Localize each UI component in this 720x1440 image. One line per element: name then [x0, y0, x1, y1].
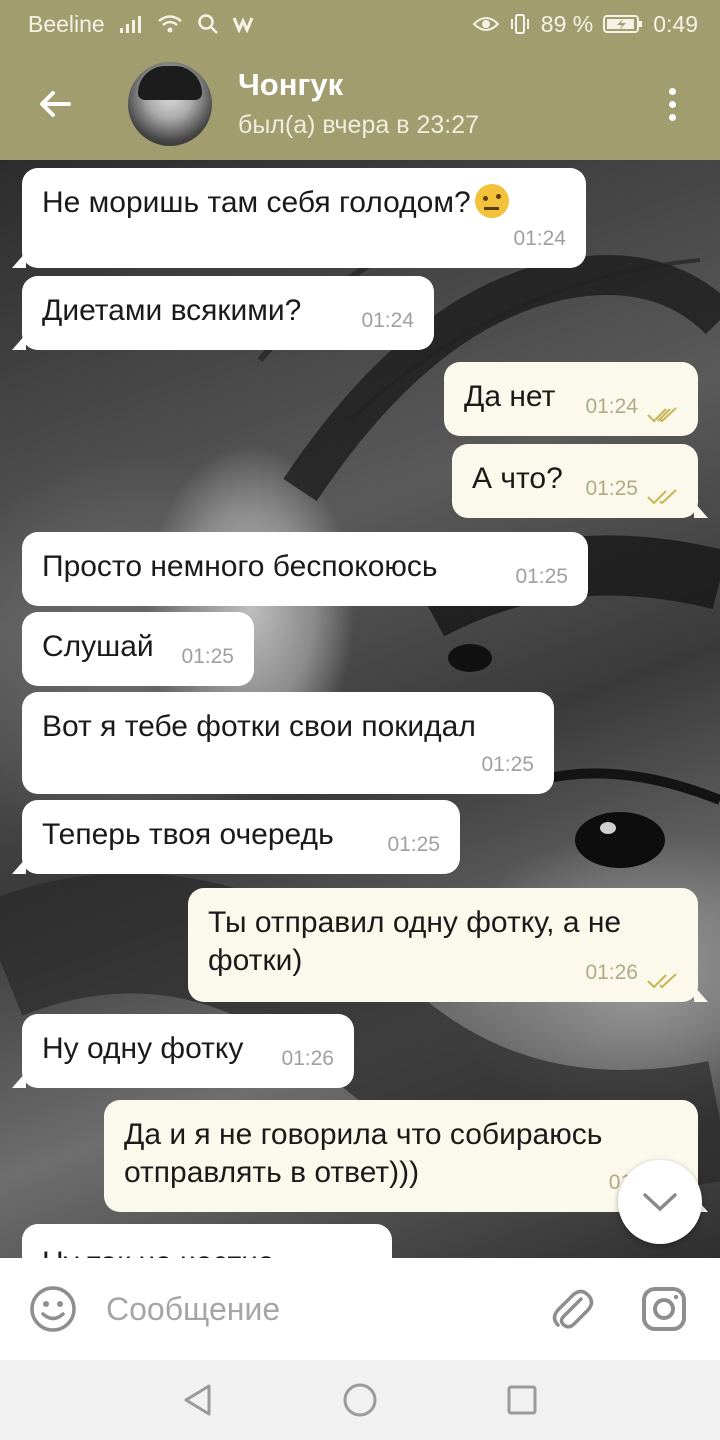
eye-icon [472, 15, 499, 33]
nav-back-button[interactable] [172, 1374, 224, 1426]
message-time: 01:26 [281, 1047, 334, 1070]
battery-percent: 89 % [540, 10, 594, 37]
square-recents-icon [507, 1385, 537, 1415]
message-text: Ну одну фотку [42, 1032, 244, 1065]
message-text: Да нет [464, 380, 556, 413]
circle-home-icon [343, 1383, 377, 1417]
clock: 0:49 [653, 10, 698, 37]
message-text: Слушай [42, 630, 154, 663]
message-time: 01:26 [585, 961, 638, 984]
chat-header: Чонгук был(а) вчера в 23:27 [0, 48, 720, 160]
camera-icon [642, 1287, 686, 1331]
message-composer [0, 1258, 720, 1360]
message-time: 01:25 [387, 833, 440, 856]
double-check-icon [647, 973, 677, 989]
message-input[interactable] [106, 1290, 526, 1328]
triangle-back-icon [184, 1384, 211, 1416]
message-incoming[interactable]: Просто немного беспокоюсь 01:25 [22, 532, 588, 606]
chevron-down-icon [643, 1193, 677, 1212]
message-incoming[interactable]: Слушай 01:25 [22, 612, 254, 686]
battery-charging-icon [603, 14, 643, 34]
message-time: 01:24 [585, 395, 638, 418]
emoji-button[interactable] [0, 1258, 106, 1360]
back-button[interactable] [0, 48, 110, 160]
nav-home-button[interactable] [334, 1374, 386, 1426]
message-text: Ты отправил одну фотку, а не фотки) [208, 906, 622, 977]
message-incoming[interactable]: Ну одну фотку 01:26 [12, 1014, 354, 1088]
message-outgoing[interactable]: А что? 01:25 [452, 444, 708, 518]
message-text: А что? [472, 462, 563, 495]
message-time: 01:25 [515, 565, 568, 588]
message-incoming[interactable]: Теперь твоя очередь 01:25 [12, 800, 460, 874]
camera-button[interactable] [618, 1258, 710, 1360]
vk-icon [232, 15, 257, 33]
arrow-left-icon [40, 91, 71, 117]
double-check-icon [647, 489, 677, 505]
message-text: Теперь твоя очередь [42, 818, 334, 851]
message-text: Да и я не говорила что собираюсь отправл… [124, 1118, 603, 1189]
message-incoming[interactable]: Ну так не честно [22, 1224, 392, 1258]
scroll-down-button[interactable] [618, 1160, 702, 1244]
message-time: 01:24 [513, 227, 566, 250]
double-check-icon [647, 407, 677, 423]
status-bar: Beeline 89 % 0:49 [0, 0, 720, 48]
more-vertical-icon [668, 87, 676, 95]
contact-info[interactable]: Чонгук был(а) вчера в 23:27 [238, 66, 479, 142]
chat-messages[interactable]: Не моришь там себя голодом? 01:24 Диетам… [0, 160, 720, 1258]
message-text: Диетами всякими? [42, 294, 302, 327]
message-outgoing[interactable]: Ты отправил одну фотку, а не фотки) 01:2… [188, 888, 708, 1002]
message-text: Ну так не честно [42, 1246, 274, 1258]
message-time: 01:25 [481, 753, 534, 776]
more-menu-button[interactable] [624, 48, 720, 160]
system-nav-bar [0, 1360, 720, 1440]
nav-recents-button[interactable] [496, 1374, 548, 1426]
message-text: Просто немного беспокоюсь [42, 550, 438, 583]
message-incoming[interactable]: Вот я тебе фотки свои покидал 01:25 [22, 692, 554, 794]
raised-eyebrow-emoji-icon [474, 184, 509, 218]
message-text: Не моришь там себя голодом? [42, 186, 471, 219]
wifi-icon [157, 14, 183, 34]
message-text: Вот я тебе фотки свои покидал [42, 710, 476, 743]
paperclip-icon [552, 1289, 594, 1329]
message-time: 01:25 [585, 477, 638, 500]
signal-icon [119, 14, 143, 34]
contact-avatar[interactable] [128, 62, 212, 146]
message-outgoing[interactable]: Да нет 01:24 [444, 362, 698, 436]
carrier-label: Beeline [28, 10, 105, 37]
vibrate-icon [509, 13, 531, 35]
message-incoming[interactable]: Диетами всякими? 01:24 [12, 276, 434, 350]
message-time: 01:25 [181, 645, 234, 668]
smiley-icon [30, 1286, 76, 1332]
contact-last-seen: был(а) вчера в 23:27 [238, 111, 480, 139]
attach-button[interactable] [526, 1258, 618, 1360]
message-outgoing[interactable]: Да и я не говорила что собираюсь отправл… [104, 1100, 708, 1212]
search-icon [197, 13, 219, 35]
contact-name: Чонгук [238, 67, 344, 102]
message-time: 01:24 [361, 309, 414, 332]
message-incoming[interactable]: Не моришь там себя голодом? 01:24 [12, 168, 586, 268]
